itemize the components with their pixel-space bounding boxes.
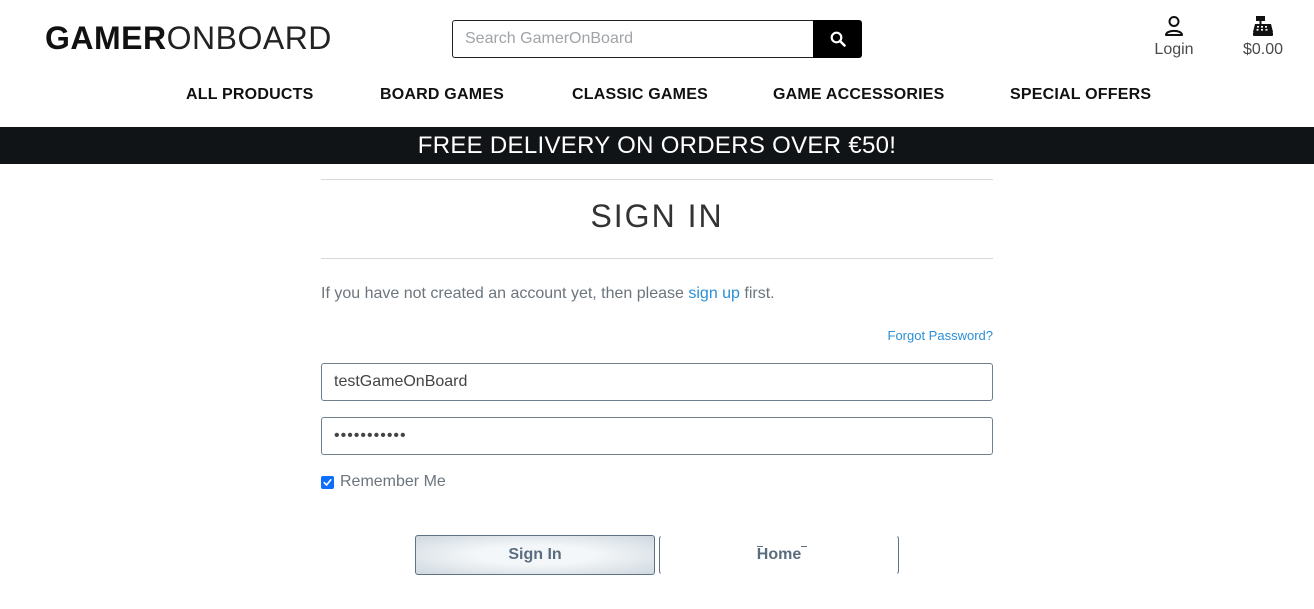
signup-prompt: If you have not created an account yet, … — [321, 285, 775, 303]
cart-link[interactable]: $0.00 — [1232, 15, 1294, 59]
user-icon — [1165, 16, 1183, 36]
remember-me[interactable]: Remember Me — [321, 473, 446, 491]
account-label: Login — [1154, 41, 1194, 58]
account-link[interactable]: Login — [1146, 15, 1202, 59]
password-field[interactable] — [321, 417, 993, 455]
search-icon — [830, 31, 846, 47]
cart-total: $0.00 — [1242, 41, 1284, 58]
remember-me-checkbox[interactable] — [321, 475, 334, 489]
search-input[interactable] — [452, 20, 813, 58]
nav-item-game-accessories[interactable]: GAME ACCESSORIES — [773, 86, 945, 104]
nav-item-special-offers[interactable]: SPECIAL OFFERS — [1010, 86, 1151, 104]
site-header: GAMERONBOARD Login — [0, 0, 1314, 127]
nav-item-all-products[interactable]: ALL PRODUCTS — [186, 86, 313, 104]
main-nav: ALL PRODUCTS BOARD GAMES CLASSIC GAMES G… — [0, 86, 1314, 112]
search-button[interactable] — [813, 20, 862, 58]
divider-top — [321, 179, 993, 180]
intro-text-after: first. — [739, 285, 775, 302]
check-icon — [323, 478, 332, 486]
signin-button[interactable]: Sign In — [415, 535, 655, 575]
signup-link[interactable]: sign up — [688, 285, 740, 302]
forgot-password-link[interactable]: Forgot Password? — [888, 328, 994, 343]
home-button[interactable]: Home — [659, 535, 899, 575]
divider-bottom — [321, 258, 993, 259]
remember-me-label: Remember Me — [340, 473, 446, 490]
logo-light-text: ONBOARD — [166, 20, 332, 56]
logo-bold-text: GAMER — [45, 20, 167, 56]
site-logo[interactable]: GAMERONBOARD — [45, 20, 332, 57]
page-title: SIGN IN — [590, 198, 724, 234]
search-bar — [452, 20, 862, 58]
nav-item-classic-games[interactable]: CLASSIC GAMES — [572, 86, 708, 104]
cash-register-icon — [1253, 16, 1273, 36]
nav-item-board-games[interactable]: BOARD GAMES — [380, 86, 504, 104]
username-field[interactable] — [321, 363, 993, 401]
delivery-banner: FREE DELIVERY ON ORDERS OVER €50! — [0, 127, 1314, 164]
intro-text-before: If you have not created an account yet, … — [321, 285, 689, 302]
